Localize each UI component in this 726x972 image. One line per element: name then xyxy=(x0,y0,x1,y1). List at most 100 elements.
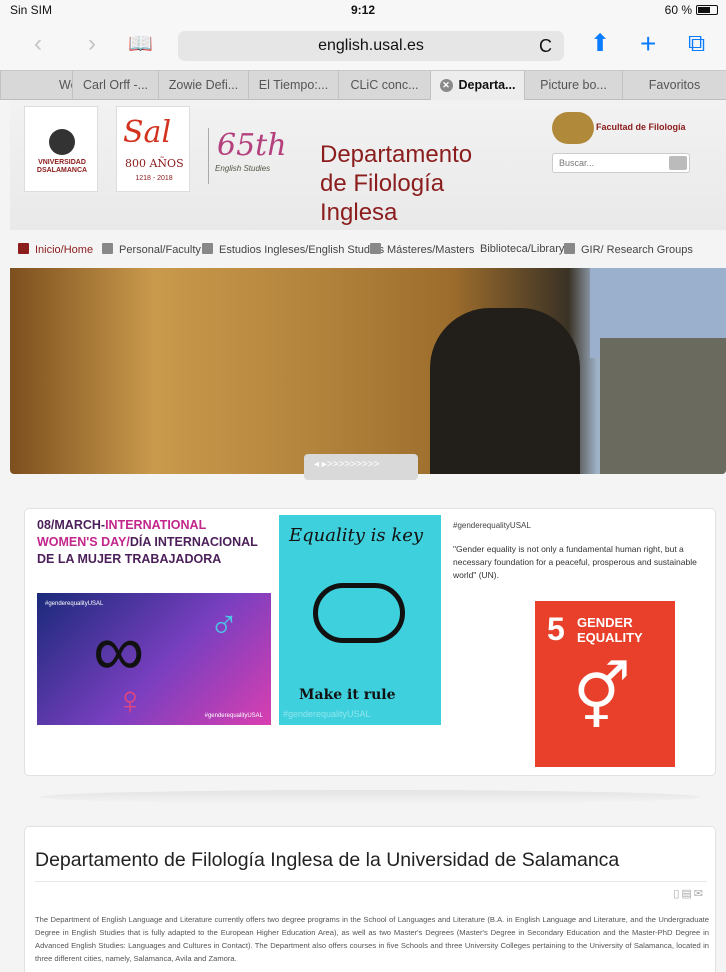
infinity-gender-image: #genderequalityUSAL ∞ ♂ ♀ #genderequalit… xyxy=(37,593,271,725)
close-tab-icon[interactable]: ✕ xyxy=(439,79,453,93)
nav-arrow-icon xyxy=(18,243,29,254)
search-input[interactable]: Buscar... xyxy=(552,153,690,173)
anniversary-sub: 800 AÑOS xyxy=(125,157,184,170)
divider-shadow xyxy=(40,790,700,804)
site-title-line-3: Inglesa xyxy=(320,199,398,226)
search-icon[interactable] xyxy=(669,156,687,170)
nav-home-label: Inicio/Home xyxy=(35,244,94,256)
image-hashtag-2: #genderequalityUSAL xyxy=(204,713,263,719)
65th-mark: 65th xyxy=(217,128,287,163)
make-it-rule-text: Make it rule xyxy=(299,687,396,703)
sdg-title-1: GENDER xyxy=(577,615,633,630)
nav-arrow-icon xyxy=(202,243,213,254)
anniversary-mark: Sal xyxy=(123,115,172,150)
article-divider xyxy=(35,881,707,882)
status-bar: Sin SIM 9:12 60 % xyxy=(0,0,726,20)
article-tools: ▯▤✉ xyxy=(673,887,705,900)
clock: 9:12 xyxy=(350,3,376,17)
article-title: Departamento de Filología Inglesa de la … xyxy=(35,849,620,871)
department-article: Departamento de Filología Inglesa de la … xyxy=(24,826,716,972)
nav-arrow-icon xyxy=(102,243,113,254)
back-icon[interactable]: ‹ xyxy=(34,30,42,58)
sdg-title: GENDER EQUALITY xyxy=(577,615,643,645)
faculty-link[interactable]: Facultad de Filología xyxy=(596,122,686,132)
statue-silhouette xyxy=(430,308,580,474)
email-icon[interactable]: ✉ xyxy=(694,888,705,900)
nav-faculty[interactable]: Personal/Faculty xyxy=(102,243,201,256)
tab-bar: Wo Carl Orff -... Zowie Defi... El Tiemp… xyxy=(0,70,726,100)
65th-anniversary-logo: 65th English Studies xyxy=(208,128,294,184)
male-symbol-icon: ♂ xyxy=(209,603,239,647)
tab-4[interactable]: CLiC conc... xyxy=(338,71,430,100)
banner-heading: 08/MARCH-INTERNATIONAL WOMEN'S DAY/DÍA I… xyxy=(37,517,277,568)
nav-faculty-label: Personal/Faculty xyxy=(119,244,201,256)
usal-logo[interactable]: VNIVERSIDAD DSALAMANCA xyxy=(24,106,98,192)
nav-library[interactable]: Biblioteca/Library xyxy=(480,243,564,255)
hero-slideshow-image xyxy=(10,268,726,474)
banner-international: INTERNATIONAL xyxy=(105,518,207,532)
tab-5-active[interactable]: ✕ Departa... xyxy=(430,71,524,100)
search-placeholder: Buscar... xyxy=(559,158,595,168)
banner-date: 08/MARCH- xyxy=(37,518,106,532)
url-text: english.usal.es xyxy=(318,37,424,54)
infinity-icon: ∞ xyxy=(93,611,145,691)
site-title-line-1: Departamento xyxy=(320,141,473,168)
image-hashtag: #genderequalityUSAL xyxy=(45,601,104,607)
tab-0[interactable]: Wo xyxy=(0,71,72,100)
share-icon[interactable]: ⬆ xyxy=(590,30,610,58)
65th-sub: English Studies xyxy=(215,164,271,173)
tab-6[interactable]: Picture bo... xyxy=(524,71,622,100)
reload-icon[interactable]: C xyxy=(539,31,552,61)
un-quote: "Gender equality is not only a fundament… xyxy=(453,544,697,580)
nav-arrow-icon xyxy=(370,243,381,254)
main-nav: Inicio/Home Personal/Faculty Estudios In… xyxy=(10,236,726,264)
tabs-overview-icon[interactable]: ⧉ xyxy=(688,30,705,58)
site-header: VNIVERSIDAD DSALAMANCA Sal 800 AÑOS 1218… xyxy=(10,100,726,230)
web-page: VNIVERSIDAD DSALAMANCA Sal 800 AÑOS 1218… xyxy=(0,100,726,972)
nav-library-label: Biblioteca/Library xyxy=(480,243,565,255)
anniversary-years: 1218 - 2018 xyxy=(135,175,173,182)
site-title: Departamento de Filología Inglesa xyxy=(320,140,472,227)
nav-arrow-icon xyxy=(564,243,575,254)
tab-5-label: Departa... xyxy=(458,78,516,92)
usal-logo-text: VNIVERSIDAD DSALAMANCA xyxy=(36,159,88,174)
nav-studies-label: Estudios Ingleses/English Studies xyxy=(219,244,385,256)
nav-home[interactable]: Inicio/Home xyxy=(18,243,93,256)
slideshow-controls[interactable]: ◂ ▸>>>>>>>>> xyxy=(304,454,418,480)
nav-masters[interactable]: Másteres/Masters xyxy=(370,243,474,256)
battery-icon xyxy=(696,5,718,15)
nav-masters-label: Másteres/Masters xyxy=(387,244,475,256)
equality-symbol-icon: ⚥ xyxy=(573,661,631,733)
print-icon[interactable]: ▤ xyxy=(681,888,693,900)
battery-percent: 60 % xyxy=(664,3,692,17)
people-group-icon xyxy=(313,583,405,643)
article-body: The Department of English Language and L… xyxy=(35,915,709,963)
sdg-title-2: EQUALITY xyxy=(577,630,643,645)
nav-research-label: GIR/ Research Groups xyxy=(581,244,693,256)
equality-is-key-image: Equality is key Make it rule #genderequa… xyxy=(279,515,441,725)
sdg5-gender-equality-image: 5 GENDER EQUALITY ⚥ xyxy=(535,601,675,767)
forward-icon[interactable]: › xyxy=(88,30,96,58)
site-title-line-2: de Filología xyxy=(320,170,445,197)
female-symbol-icon: ♀ xyxy=(115,679,145,723)
hashtag: #genderequalityUSAL xyxy=(453,521,531,530)
nav-studies[interactable]: Estudios Ingleses/English Studies xyxy=(202,243,384,256)
tab-3[interactable]: El Tiempo:... xyxy=(248,71,338,100)
sdg-number: 5 xyxy=(547,611,565,647)
800-anniversary-logo: Sal 800 AÑOS 1218 - 2018 xyxy=(116,106,190,192)
tab-1[interactable]: Carl Orff -... xyxy=(72,71,158,100)
tab-favorites[interactable]: Favoritos xyxy=(622,71,726,100)
tab-2[interactable]: Zowie Defi... xyxy=(158,71,248,100)
nav-research[interactable]: GIR/ Research Groups xyxy=(564,243,693,256)
new-tab-icon[interactable]: + xyxy=(640,30,656,58)
browser-toolbar: ‹ › 📖 english.usal.es C ⬆ + ⧉ xyxy=(0,20,726,70)
banner-womens-day: WOMEN'S DAY/ xyxy=(37,535,130,549)
usal-seal-icon xyxy=(49,129,75,155)
faculty-crest-icon[interactable] xyxy=(552,112,594,144)
teal-hashtag: #genderequalityUSAL xyxy=(283,709,371,719)
equality-text: Equality is key xyxy=(289,525,424,546)
womens-day-banner: 08/MARCH-INTERNATIONAL WOMEN'S DAY/DÍA I… xyxy=(24,508,716,776)
bookmarks-icon[interactable]: 📖 xyxy=(128,30,153,58)
castle xyxy=(600,338,726,474)
address-bar[interactable]: english.usal.es C xyxy=(178,31,564,61)
